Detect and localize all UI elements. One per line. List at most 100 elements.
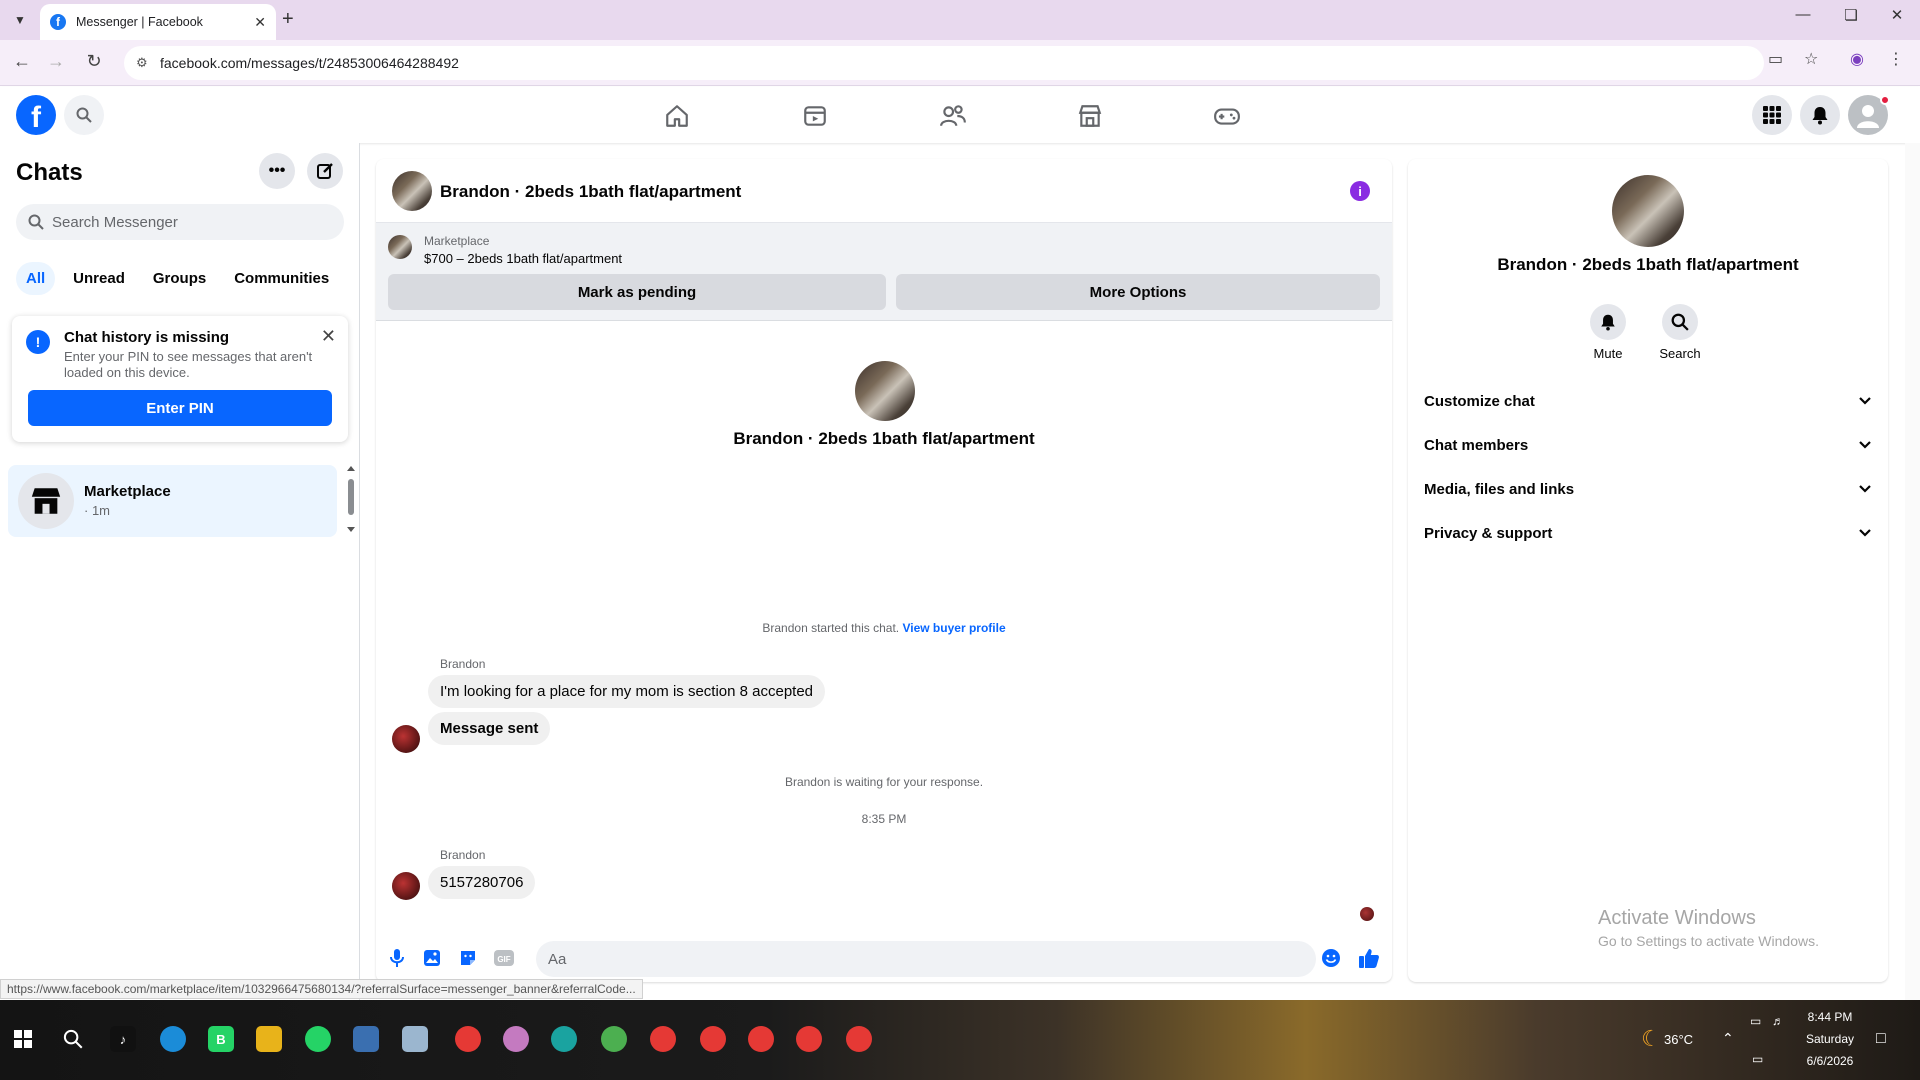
- sidebar-scrollbar[interactable]: [346, 465, 356, 533]
- home-icon[interactable]: [660, 99, 694, 133]
- conversation-info-icon[interactable]: i: [1350, 181, 1370, 201]
- details-avatar[interactable]: [1612, 175, 1684, 247]
- privacy-support-section[interactable]: Privacy & support: [1424, 511, 1872, 555]
- network-icon[interactable]: ▭: [1750, 1014, 1761, 1028]
- view-buyer-profile-link[interactable]: View buyer profile: [902, 621, 1005, 635]
- notifications-bell-icon[interactable]: [1800, 95, 1840, 135]
- chat-list-item-marketplace[interactable]: Marketplace · 1m: [8, 465, 337, 537]
- filter-communities[interactable]: Communities: [224, 262, 339, 295]
- site-settings-icon[interactable]: ⚙: [136, 55, 148, 71]
- media-files-links-section[interactable]: Media, files and links: [1424, 467, 1872, 511]
- clock-time[interactable]: 8:44 PM: [1800, 1010, 1860, 1024]
- windows-taskbar: ♪ B ☾ 36°C ⌃ ▭ ♬ ▭ 8:44 PM Saturday 6/6/…: [0, 1000, 1920, 1080]
- weather-moon-icon[interactable]: ☾: [1638, 1026, 1664, 1052]
- mark-as-pending-button[interactable]: Mark as pending: [388, 274, 886, 310]
- chrome-profile-icon[interactable]: [700, 1026, 726, 1052]
- window-close-icon[interactable]: ✕: [1874, 6, 1920, 24]
- account-avatar[interactable]: [1848, 95, 1890, 135]
- start-windows-icon[interactable]: [10, 1026, 36, 1052]
- thread-avatar[interactable]: [392, 171, 432, 211]
- whatsapp-icon[interactable]: [305, 1026, 331, 1052]
- emoji-icon[interactable]: [1320, 947, 1342, 969]
- volume-icon[interactable]: ♬: [1772, 1014, 1784, 1028]
- thread-title[interactable]: Brandon · 2beds 1bath flat/apartment: [440, 182, 741, 202]
- whatsapp-business-icon[interactable]: B: [208, 1026, 234, 1052]
- clock-day[interactable]: Saturday: [1800, 1032, 1860, 1046]
- sender-name: Brandon: [440, 657, 486, 671]
- minimize-icon[interactable]: —: [1780, 6, 1826, 23]
- photo-icon[interactable]: [421, 947, 443, 969]
- new-message-icon[interactable]: [307, 153, 343, 189]
- tray-chevron-up-icon[interactable]: ⌃: [1722, 1030, 1734, 1047]
- listing-title[interactable]: $700 – 2beds 1bath flat/apartment: [424, 251, 622, 266]
- chrome-profile-icon[interactable]: [846, 1026, 872, 1052]
- chrome-profile-icon[interactable]: [796, 1026, 822, 1052]
- clock-date[interactable]: 6/6/2026: [1800, 1054, 1860, 1068]
- taskbar-search-icon[interactable]: [60, 1026, 86, 1052]
- section-label: Media, files and links: [1424, 480, 1575, 498]
- tab-close-icon[interactable]: ✕: [254, 14, 266, 31]
- enter-pin-button[interactable]: Enter PIN: [28, 390, 332, 426]
- mute-button[interactable]: Mute: [1578, 304, 1638, 361]
- activate-windows-watermark: Activate Windows Go to Settings to activ…: [1598, 907, 1819, 949]
- chrome-profile-icon[interactable]: [748, 1026, 774, 1052]
- tiktok-app-icon[interactable]: ♪: [110, 1026, 136, 1052]
- facebook-search-icon[interactable]: [64, 95, 104, 135]
- taskbar-app-icon[interactable]: [402, 1026, 428, 1052]
- filter-groups[interactable]: Groups: [143, 262, 216, 295]
- gif-icon[interactable]: GIF: [493, 947, 515, 969]
- activate-subtitle: Go to Settings to activate Windows.: [1598, 933, 1819, 949]
- browser-app-icon[interactable]: [160, 1026, 186, 1052]
- browser-menu-icon[interactable]: ⋮: [1888, 49, 1904, 69]
- more-options-icon[interactable]: •••: [259, 153, 295, 189]
- browser-tab-messenger[interactable]: f Messenger | Facebook ✕: [40, 4, 276, 40]
- install-app-icon[interactable]: ▭: [1768, 49, 1783, 69]
- gaming-icon[interactable]: [1210, 99, 1244, 133]
- chrome-profile-icon[interactable]: [650, 1026, 676, 1052]
- search-in-chat-button[interactable]: Search: [1650, 304, 1710, 361]
- customize-chat-section[interactable]: Customize chat: [1424, 379, 1872, 423]
- reload-icon[interactable]: ↻: [82, 51, 106, 72]
- bookmark-star-icon[interactable]: ☆: [1804, 49, 1818, 69]
- new-tab-icon[interactable]: +: [282, 8, 294, 31]
- marketplace-icon[interactable]: [1073, 99, 1107, 133]
- conversation-panel: Brandon · 2beds 1bath flat/apartment i M…: [376, 159, 1392, 982]
- page-scrollbar[interactable]: [1905, 143, 1920, 1000]
- message-bubble[interactable]: Message sent: [428, 712, 551, 745]
- taskbar-app-icon[interactable]: [353, 1026, 379, 1052]
- filter-unread[interactable]: Unread: [63, 262, 135, 295]
- notification-center-icon[interactable]: □: [1876, 1030, 1886, 1048]
- thumbs-up-icon[interactable]: [1358, 947, 1380, 969]
- filter-all[interactable]: All: [16, 262, 56, 295]
- more-options-button[interactable]: More Options: [896, 274, 1380, 310]
- weather-temperature[interactable]: 36°C: [1664, 1032, 1693, 1047]
- display-icon[interactable]: ▭: [1752, 1052, 1763, 1066]
- chrome-profile-icon[interactable]: [455, 1026, 481, 1052]
- restore-icon[interactable]: ❏: [1828, 6, 1874, 24]
- notice-close-icon[interactable]: ✕: [321, 326, 336, 347]
- video-icon[interactable]: [798, 99, 832, 133]
- edge-icon[interactable]: [551, 1026, 577, 1052]
- address-input[interactable]: ⚙ facebook.com/messages/t/24853006464288…: [124, 46, 1764, 80]
- chat-members-section[interactable]: Chat members: [1424, 423, 1872, 467]
- menu-grid-icon[interactable]: [1752, 95, 1792, 135]
- sender-avatar[interactable]: [392, 725, 420, 753]
- file-explorer-icon[interactable]: [256, 1026, 282, 1052]
- profile-icon[interactable]: ◉: [1850, 49, 1864, 69]
- message-bubble[interactable]: 5157280706: [428, 866, 536, 899]
- message-input[interactable]: Aa: [536, 941, 1316, 977]
- sticker-icon[interactable]: [457, 947, 479, 969]
- facebook-logo-icon[interactable]: f: [16, 95, 56, 135]
- microphone-icon[interactable]: [386, 947, 408, 969]
- forward-icon[interactable]: →: [44, 51, 68, 72]
- chats-sidebar: Chats ••• Search Messenger All Unread Gr…: [0, 143, 360, 1000]
- message-bubble[interactable]: I'm looking for a place for my mom is se…: [428, 675, 826, 708]
- chrome-profile-icon[interactable]: [503, 1026, 529, 1052]
- friends-icon[interactable]: [936, 99, 970, 133]
- listing-thumbnail[interactable]: [388, 235, 412, 259]
- search-messenger-input[interactable]: Search Messenger: [16, 204, 344, 240]
- back-icon[interactable]: ←: [10, 51, 34, 72]
- sender-avatar[interactable]: [392, 872, 420, 900]
- tab-search-chevron-icon[interactable]: ▼: [10, 10, 30, 30]
- chrome-profile-icon[interactable]: [601, 1026, 627, 1052]
